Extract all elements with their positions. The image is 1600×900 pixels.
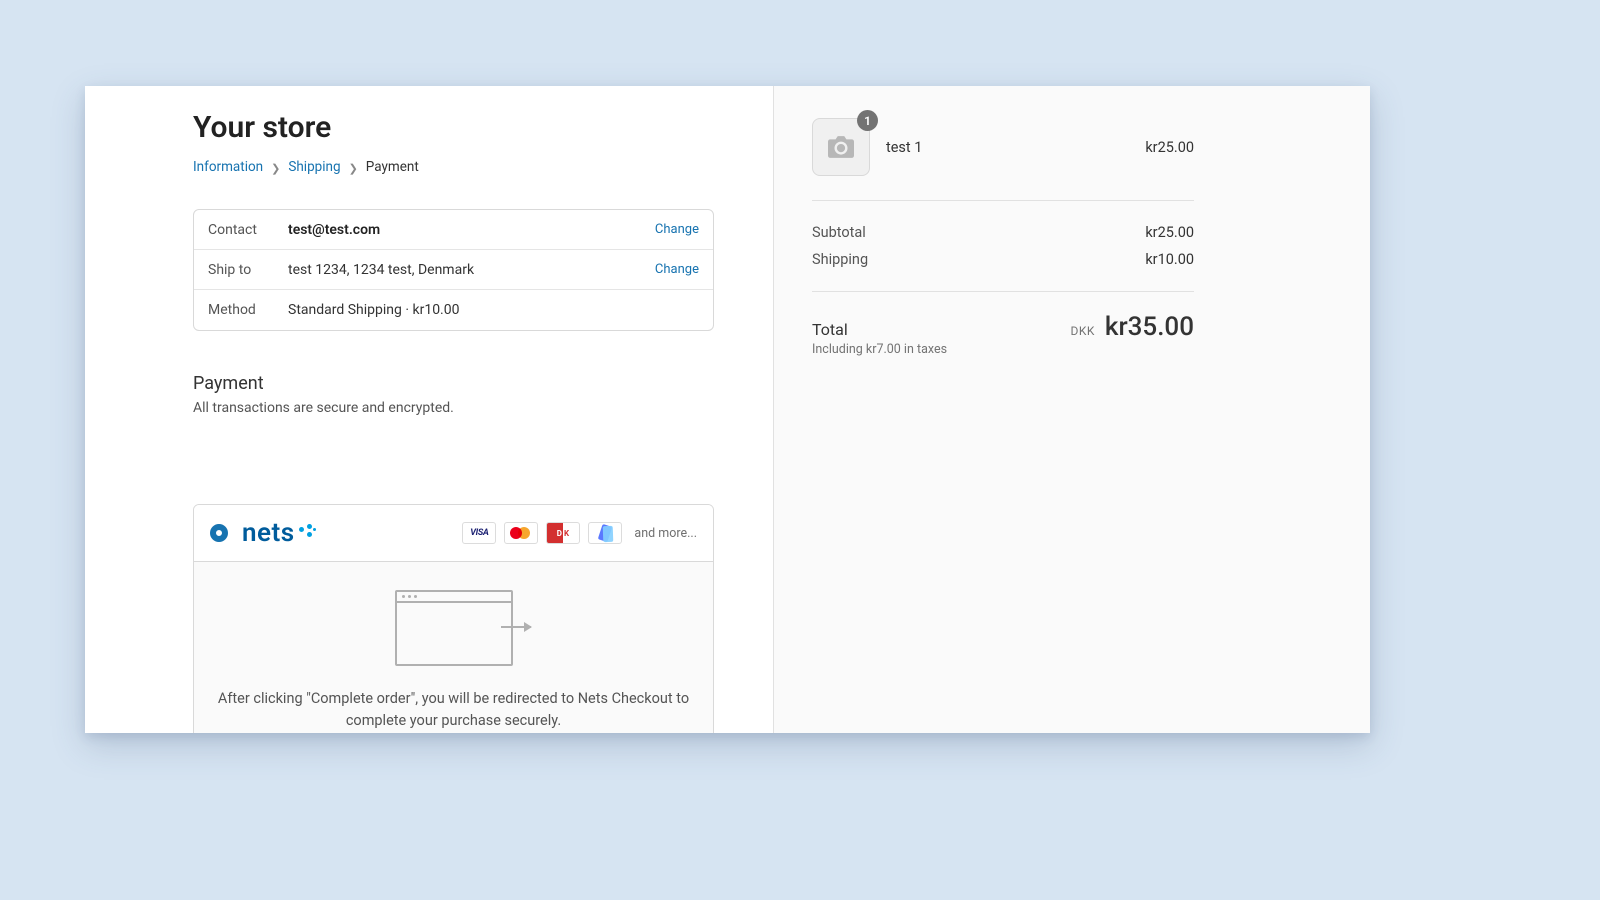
method-value: Standard Shipping · kr10.00 xyxy=(288,302,699,318)
visa-icon: VISA xyxy=(462,522,496,544)
breadcrumb-information[interactable]: Information xyxy=(193,159,263,175)
product-thumb-wrap: 1 xyxy=(812,118,870,176)
main-pane: Your store Information ❯ Shipping ❯ Paym… xyxy=(85,86,773,733)
payment-method-box: nets VISA DK and more... xyxy=(193,504,714,733)
review-box: Contact test@test.com Change Ship to tes… xyxy=(193,209,714,331)
camera-icon xyxy=(828,136,854,158)
review-method-row: Method Standard Shipping · kr10.00 xyxy=(194,290,713,330)
redirect-illustration-icon xyxy=(395,590,513,666)
dankort-icon: DK xyxy=(546,522,580,544)
cart-line-item: 1 test 1 kr25.00 xyxy=(812,114,1194,200)
nets-logo-text: nets xyxy=(242,518,295,548)
subtotal-row: Subtotal kr25.00 xyxy=(812,219,1194,246)
breadcrumb-payment: Payment xyxy=(366,159,419,175)
redirect-text: After clicking "Complete order", you wil… xyxy=(214,688,693,732)
subtotal-label: Subtotal xyxy=(812,224,866,241)
nets-dots-icon xyxy=(299,524,317,542)
product-name: test 1 xyxy=(886,139,922,156)
total-currency: DKK xyxy=(1070,324,1094,338)
quantity-badge: 1 xyxy=(857,110,878,131)
breadcrumb: Information ❯ Shipping ❯ Payment xyxy=(193,159,715,175)
payment-card-icons: VISA DK and more... xyxy=(462,522,697,544)
shipto-label: Ship to xyxy=(208,262,288,278)
chevron-right-icon: ❯ xyxy=(349,163,358,174)
mastercard-icon xyxy=(504,522,538,544)
change-shipto-link[interactable]: Change xyxy=(655,262,699,277)
shipping-value: kr10.00 xyxy=(1145,251,1194,268)
payment-method-body: After clicking "Complete order", you wil… xyxy=(194,562,713,733)
total-label: Total xyxy=(812,320,947,339)
total-tax-line: Including kr7.00 in taxes xyxy=(812,342,947,357)
review-shipto-row: Ship to test 1234, 1234 test, Denmark Ch… xyxy=(194,250,713,290)
total-amount: kr35.00 xyxy=(1105,312,1194,342)
nets-logo: nets xyxy=(242,518,317,548)
shipping-label: Shipping xyxy=(812,251,868,268)
mobilepay-icon xyxy=(588,522,622,544)
chevron-right-icon: ❯ xyxy=(271,163,280,174)
breadcrumb-shipping[interactable]: Shipping xyxy=(288,159,340,175)
shipto-value: test 1234, 1234 test, Denmark xyxy=(288,262,655,278)
total-row: Total Including kr7.00 in taxes DKK kr35… xyxy=(812,292,1194,357)
checkout-window: Your store Information ❯ Shipping ❯ Paym… xyxy=(85,86,1370,733)
product-price: kr25.00 xyxy=(1145,139,1194,156)
review-contact-row: Contact test@test.com Change xyxy=(194,210,713,250)
method-label: Method xyxy=(208,302,288,318)
payment-subtext: All transactions are secure and encrypte… xyxy=(193,400,715,416)
payment-method-header[interactable]: nets VISA DK and more... xyxy=(194,505,713,562)
payment-heading: Payment xyxy=(193,373,715,394)
change-contact-link[interactable]: Change xyxy=(655,222,699,237)
subtotal-value: kr25.00 xyxy=(1145,224,1194,241)
store-title: Your store xyxy=(193,110,715,145)
contact-value: test@test.com xyxy=(288,222,655,238)
radio-selected-icon[interactable] xyxy=(210,524,228,542)
summary-rows: Subtotal kr25.00 Shipping kr10.00 xyxy=(812,201,1194,291)
and-more-label: and more... xyxy=(634,526,697,541)
order-summary-pane: 1 test 1 kr25.00 Subtotal kr25.00 Shippi… xyxy=(773,86,1370,733)
contact-label: Contact xyxy=(208,222,288,238)
shipping-row: Shipping kr10.00 xyxy=(812,246,1194,273)
